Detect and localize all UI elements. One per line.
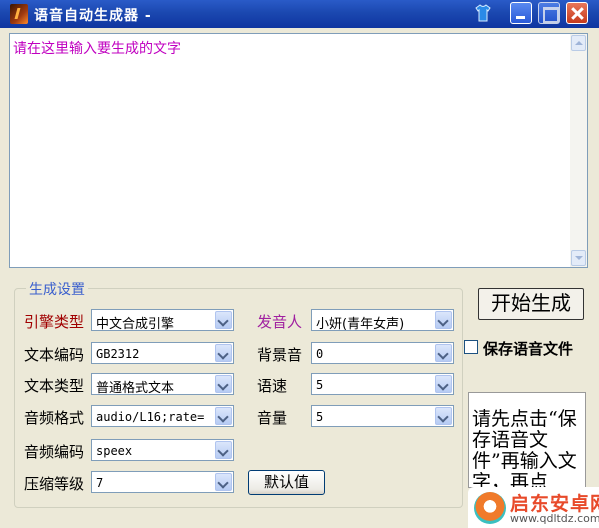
speaker-label: 发音人 [257,313,303,331]
vertical-scrollbar[interactable] [570,34,587,267]
default-values-button[interactable]: 默认值 [248,470,325,495]
speaker-select[interactable]: 小妍(青年女声) [311,309,454,332]
speed-label: 语速 [257,377,288,395]
background-sound-value: 0 [316,347,324,361]
save-audio-checkbox[interactable] [464,340,478,354]
minimize-button[interactable] [510,2,532,24]
skin-icon[interactable] [475,4,491,22]
chevron-down-icon[interactable] [215,311,232,329]
speed-select[interactable]: 5 [311,373,454,395]
scroll-down-icon[interactable] [571,250,586,266]
text-type-select[interactable]: 普通格式文本 [91,373,234,396]
chevron-down-icon[interactable] [215,407,232,425]
watermark: 启东安卓网 www.qdltdz.com [468,487,599,528]
start-generate-button[interactable]: 开始生成 [478,288,584,320]
volume-value: 5 [316,410,324,424]
title-bar[interactable]: 语音自动生成器 - [0,0,599,28]
volume-label: 音量 [257,409,288,427]
text-encoding-label: 文本编码 [24,346,85,364]
chevron-down-icon[interactable] [215,375,232,393]
engine-type-select[interactable]: 中文合成引擎 [91,309,234,332]
text-encoding-select[interactable]: GB2312 [91,342,234,364]
chevron-down-icon[interactable] [435,375,452,393]
speaker-value: 小妍(青年女声) [316,317,405,332]
audio-format-select[interactable]: audio/L16;rate= [91,405,234,427]
save-audio-checkbox-label[interactable]: 保存语音文件 [483,338,573,359]
compression-level-select[interactable]: 7 [91,471,234,493]
close-button[interactable] [566,2,588,24]
watermark-logo-icon [474,492,506,524]
engine-type-value: 中文合成引擎 [96,317,175,332]
compression-level-value: 7 [96,476,104,490]
chevron-down-icon[interactable] [435,407,452,425]
text-encoding-value: GB2312 [96,347,140,361]
text-type-value: 普通格式文本 [96,381,175,396]
hint-text: 请先点击“保存语音文件”再输入文字，再点击“开始 [472,408,577,488]
scroll-up-icon[interactable] [571,35,586,51]
hint-box: 请先点击“保存语音文件”再输入文字，再点击“开始 [468,392,586,488]
volume-select[interactable]: 5 [311,405,454,427]
audio-format-label: 音频格式 [24,409,85,427]
maximize-button[interactable] [538,2,560,24]
settings-group-title: 生成设置 [26,279,88,299]
engine-type-label: 引擎类型 [24,313,85,331]
chevron-down-icon[interactable] [215,344,232,362]
audio-codec-value: speex [96,444,133,458]
app-icon [10,4,28,24]
text-type-label: 文本类型 [24,377,85,395]
window-title: 语音自动生成器 - [34,8,152,24]
audio-format-value: audio/L16;rate= [96,410,205,424]
watermark-url: www.qdltdz.com [510,512,599,525]
audio-codec-select[interactable]: speex [91,439,234,461]
compression-level-label: 压缩等级 [24,475,85,493]
chevron-down-icon[interactable] [435,344,452,362]
chevron-down-icon[interactable] [435,311,452,329]
text-input-area[interactable]: 请在这里输入要生成的文字 [9,33,588,268]
speed-value: 5 [316,378,324,392]
app-window: 语音自动生成器 - 请在这里输入要生成的文字 生成设置 引擎类型 中文合成引擎 … [0,0,599,528]
background-sound-label: 背景音 [257,346,303,364]
background-sound-select[interactable]: 0 [311,342,454,364]
chevron-down-icon[interactable] [215,473,232,491]
text-input-placeholder: 请在这里输入要生成的文字 [13,41,181,57]
audio-codec-label: 音频编码 [24,443,85,461]
chevron-down-icon[interactable] [215,441,232,459]
